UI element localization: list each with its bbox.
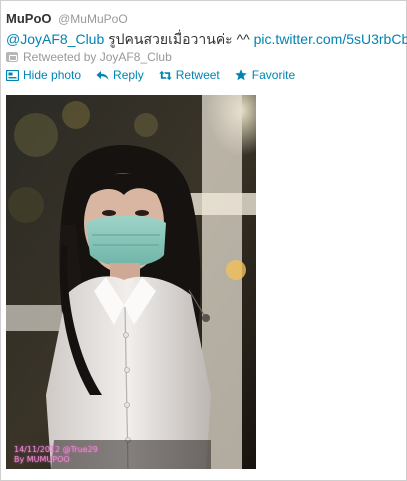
photo-link[interactable]: pic.twitter.com/5sU3rbCb (254, 31, 407, 47)
user-handle[interactable]: @MuMuPoO (58, 12, 128, 26)
tweet-header: MuPoO @MuMuPoO (6, 11, 128, 27)
retweeted-by: Retweeted by JoyAF8_Club (6, 50, 172, 64)
tweet-photo[interactable]: 14/11/2012 @True29 By MUMUPOO (6, 95, 256, 469)
favorite-label: Favorite (251, 68, 296, 82)
mention-link[interactable]: @JoyAF8_Club (6, 31, 104, 47)
tweet-body: รูปคนสวยเมื่อวานค่ะ ^^ (104, 31, 254, 47)
photo-watermark: 14/11/2012 @True29 By MUMUPOO (14, 445, 98, 465)
retweet-button[interactable]: Retweet (158, 68, 220, 82)
photo-image (6, 95, 256, 469)
watermark-line-1: 14/11/2012 @True29 (14, 445, 98, 454)
photo-icon (6, 69, 19, 81)
tweet-text: @JoyAF8_Club รูปคนสวยเมื่อวานค่ะ ^^ pic.… (6, 31, 407, 48)
retweet-icon (158, 69, 172, 81)
tweet-card: MuPoO @MuMuPoO @JoyAF8_Club รูปคนสวยเมื่… (0, 0, 407, 481)
tweet-actions: Hide photo Reply Retweet Favorite (6, 68, 310, 82)
retweet-label: Retweet (175, 68, 220, 82)
reply-icon (96, 69, 109, 81)
favorite-button[interactable]: Favorite (235, 68, 295, 82)
watermark-line-2: By MUMUPOO (14, 455, 70, 464)
user-display-name[interactable]: MuPoO (6, 11, 52, 26)
retweeted-by-text: Retweeted by JoyAF8_Club (23, 50, 172, 64)
hide-photo-button[interactable]: Hide photo (6, 68, 81, 82)
reply-button[interactable]: Reply (96, 68, 144, 82)
star-icon (235, 69, 248, 81)
hide-photo-label: Hide photo (23, 68, 82, 82)
reply-label: Reply (113, 68, 144, 82)
retweet-badge-icon (6, 52, 18, 62)
